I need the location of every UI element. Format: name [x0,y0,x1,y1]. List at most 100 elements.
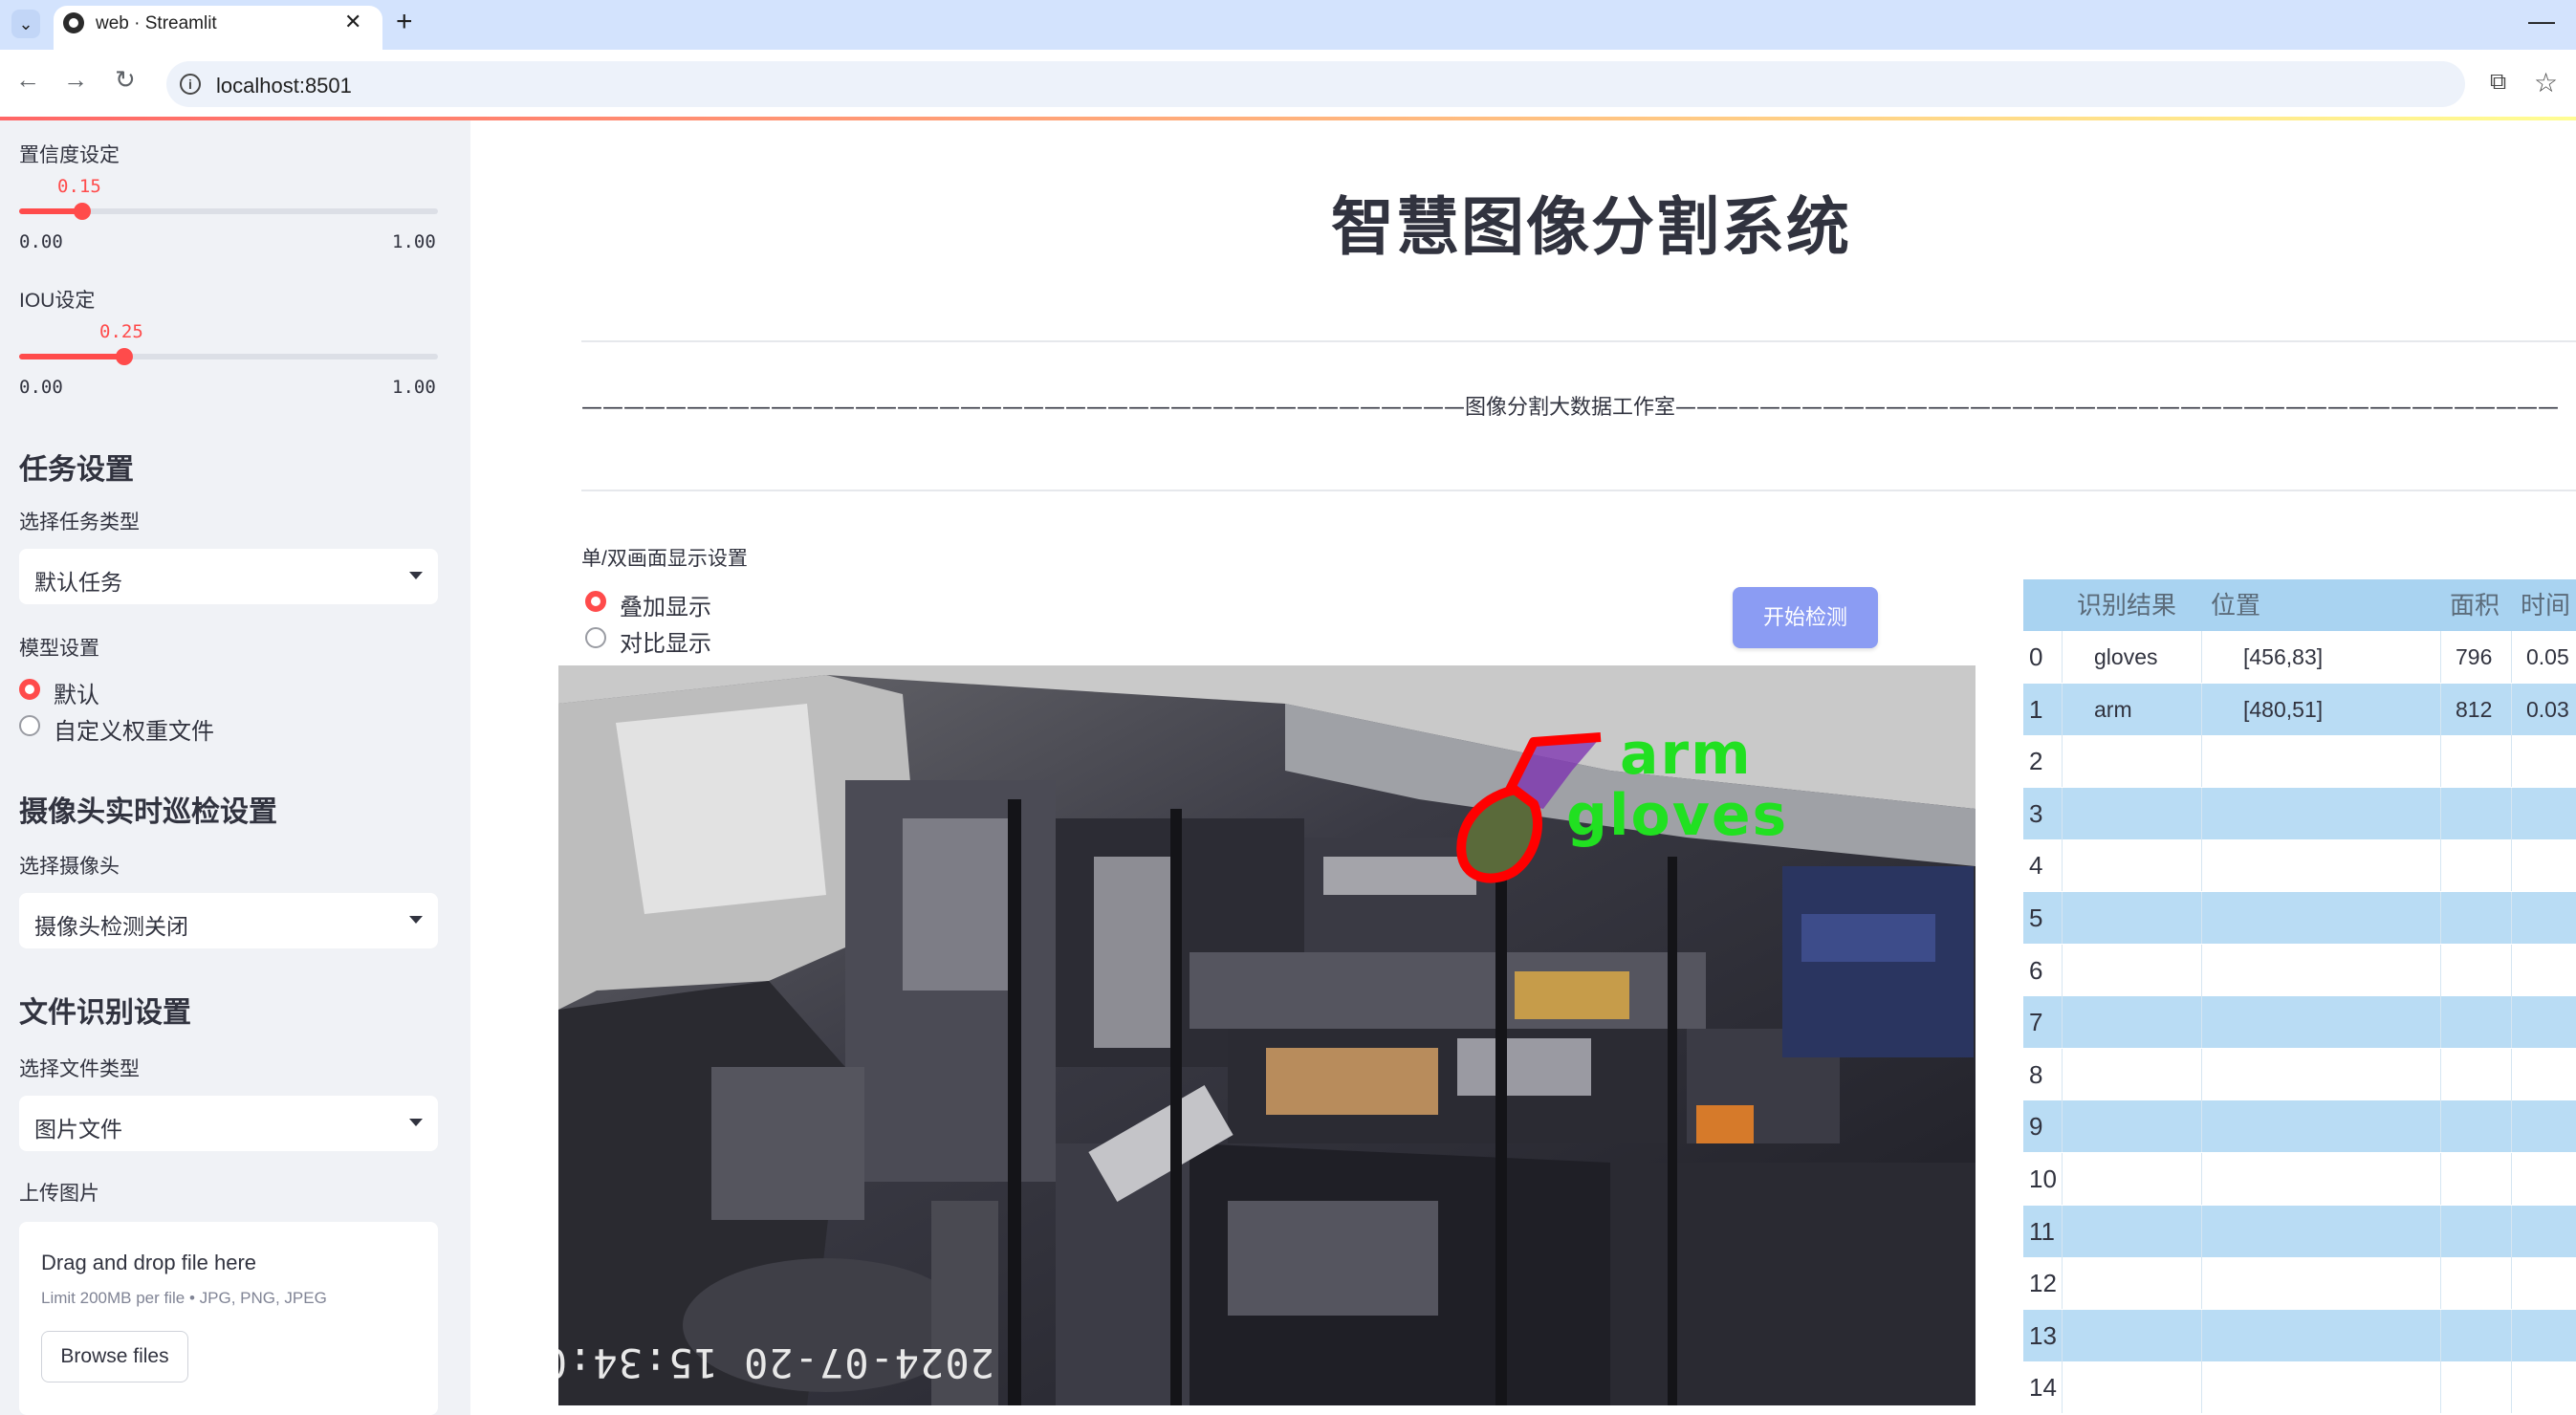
info-icon[interactable]: i [180,74,201,95]
chevron-down-icon [409,1119,423,1126]
column-divider [2062,892,2063,944]
row-index: 13 [2029,1320,2057,1350]
chevron-down-icon [409,572,423,579]
star-icon[interactable]: ☆ [2534,67,2558,98]
row-time: 0.05 [2526,644,2569,669]
column-header-area[interactable]: 面积 [2450,579,2500,631]
forward-icon[interactable]: → [63,65,88,95]
table-row[interactable]: 11 [2023,1205,2576,1257]
upload-drag-text: Drag and drop file here [41,1251,257,1274]
table-row[interactable]: 4 [2023,839,2576,892]
camera-select-label: 选择摄像头 [19,856,120,878]
row-index: 7 [2029,1008,2043,1037]
url-text[interactable]: localhost:8501 [216,74,352,98]
table-row[interactable]: 10 [2023,1153,2576,1205]
column-divider [2440,1048,2441,1100]
row-index: 14 [2029,1373,2057,1403]
camera-select[interactable]: 摄像头检测关闭 [19,893,438,948]
column-divider [2511,631,2512,683]
task-select-label: 选择任务类型 [19,512,140,533]
column-divider [2201,1205,2202,1257]
browse-files-button[interactable]: Browse files [41,1331,188,1382]
column-divider [2201,996,2202,1049]
minimize-icon[interactable]: — [2528,6,2555,36]
close-icon[interactable]: ✕ [344,10,361,34]
column-divider [2511,683,2512,735]
column-divider [2201,1361,2202,1414]
display-option-label: 叠加显示 [620,595,711,620]
column-divider [2062,683,2063,735]
table-row[interactable]: 8 [2023,1048,2576,1100]
reload-icon[interactable]: ↻ [115,65,136,95]
column-divider [2511,1205,2512,1257]
display-option-label: 对比显示 [620,631,711,657]
row-index: 2 [2029,747,2043,776]
column-divider [2062,1153,2063,1205]
machine-photo [558,665,1976,1405]
column-divider [2201,1048,2202,1100]
table-row[interactable]: 14 [2023,1361,2576,1414]
task-select-value: 默认任务 [34,570,122,595]
file-uploader-dropzone[interactable]: Drag and drop file here Limit 200MB per … [19,1222,438,1415]
chevron-down-icon [409,916,423,924]
column-divider [2062,735,2063,788]
url-input[interactable] [166,61,2465,107]
task-heading: 任务设置 [19,454,134,486]
table-row[interactable]: 3 [2023,787,2576,839]
column-divider [2201,944,2202,996]
column-divider [2440,735,2441,788]
column-divider [2440,1205,2441,1257]
row-index: 3 [2029,798,2043,828]
column-header-position[interactable]: 位置 [2211,579,2260,631]
column-divider [2201,1153,2202,1205]
table-row[interactable]: 7 [2023,996,2576,1049]
column-divider [2511,735,2512,788]
image-timestamp: 2024-07-20 15:34:00 [558,1339,994,1386]
column-divider [2201,839,2202,892]
confidence-label: 置信度设定 [19,144,120,166]
table-row[interactable]: 12 [2023,1257,2576,1310]
task-select[interactable]: 默认任务 [19,549,438,604]
column-divider [2062,1048,2063,1100]
column-divider [2511,944,2512,996]
column-divider [2511,1309,2512,1361]
row-index: 0 [2029,642,2043,671]
model-label: 模型设置 [19,638,99,660]
table-row[interactable]: 0 gloves [456,83] 796 0.05 [2023,631,2576,683]
back-icon[interactable]: ← [15,65,40,95]
confidence-slider-thumb[interactable] [73,203,91,220]
column-divider [2201,892,2202,944]
start-detection-button[interactable]: 开始检测 [1733,587,1878,648]
column-header-result[interactable]: 识别结果 [2077,579,2176,631]
iou-slider-thumb[interactable] [115,348,133,365]
plus-icon[interactable]: + [396,6,413,38]
column-divider [2062,996,2063,1049]
file-select-label: 选择文件类型 [19,1058,140,1080]
column-divider [2201,787,2202,839]
translate-icon[interactable]: ⧉ [2490,69,2506,96]
column-header-time[interactable]: 时间 [2521,579,2570,631]
display-mode-label: 单/双画面显示设置 [581,548,748,570]
row-index: 12 [2029,1269,2057,1298]
column-divider [2440,631,2441,683]
column-divider [2440,1361,2441,1414]
table-row[interactable]: 1 arm [480,51] 812 0.03 [2023,683,2576,735]
model-option-label: 自定义权重文件 [54,719,214,745]
column-divider [2511,1048,2512,1100]
table-row[interactable]: 6 [2023,944,2576,996]
divider [581,490,2576,491]
column-divider [2440,1309,2441,1361]
column-divider [2062,1205,2063,1257]
table-row[interactable]: 13 [2023,1309,2576,1361]
table-row[interactable]: 2 [2023,735,2576,788]
tab-menu-icon[interactable]: ⌄ [11,10,40,38]
column-divider [2511,1153,2512,1205]
page-title: 智慧图像分割系统 [1331,191,1851,262]
column-divider [2511,1100,2512,1153]
table-row[interactable]: 5 [2023,892,2576,944]
radio-selected-icon [585,591,606,612]
row-area: 796 [2456,644,2493,669]
file-type-select[interactable]: 图片文件 [19,1096,438,1151]
column-divider [2440,996,2441,1049]
table-row[interactable]: 9 [2023,1100,2576,1153]
